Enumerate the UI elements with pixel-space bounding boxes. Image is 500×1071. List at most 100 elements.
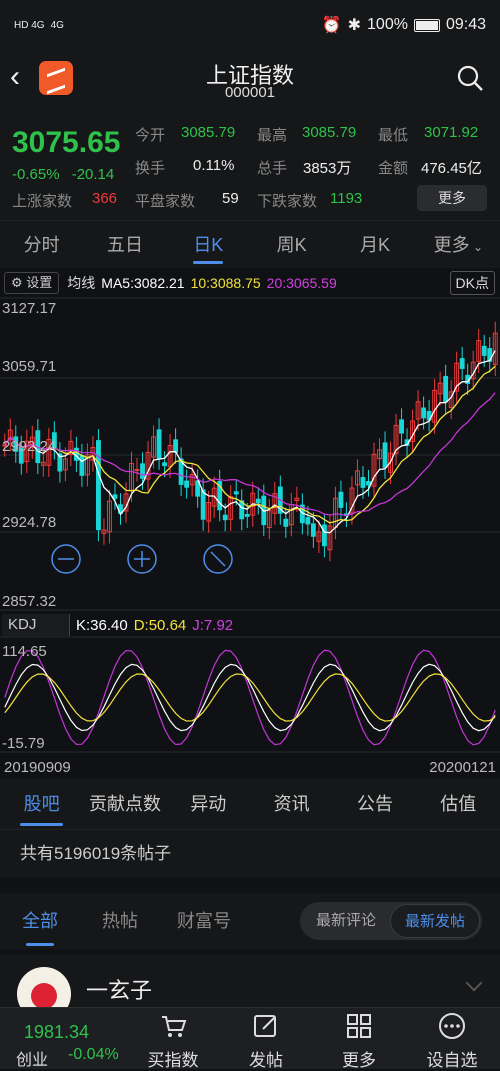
sort-switch: 最新评论 最新发帖 — [300, 902, 482, 940]
tab-valuation[interactable]: 估值 — [417, 779, 500, 829]
stock-code: 000001 — [224, 84, 276, 101]
candle-body — [200, 489, 206, 520]
ma10-value: 10:3088.75 — [190, 275, 261, 291]
candle-body — [283, 518, 289, 527]
index-ticker[interactable]: 1981.34 创业 -0.04% — [0, 1008, 128, 1070]
low-label: 最低 — [378, 127, 409, 144]
ma10-line — [4, 365, 496, 524]
zoom-controls — [51, 544, 233, 574]
tab-daily-k[interactable]: 日K — [167, 221, 250, 268]
ma20-value: 20:3065.59 — [266, 275, 337, 291]
candle-body — [184, 480, 190, 488]
more-nav-label: 更多 — [342, 1051, 376, 1070]
up-label: 上涨家数 — [12, 193, 73, 210]
change-percent: -0.65% — [12, 166, 60, 183]
open-value: 3085.79 — [181, 124, 236, 141]
high-value: 3085.79 — [302, 124, 357, 141]
candle-body — [305, 517, 311, 525]
volume-label: 总手 — [257, 160, 288, 177]
kdj-j-value: J:7.92 — [192, 616, 234, 634]
price-change: -0.65% -20.14 — [12, 166, 114, 183]
ma5-value: MA5:3082.21 — [101, 275, 185, 291]
posts-count: 共有5196019条帖子 — [0, 829, 500, 877]
bottom-nav: 1981.34 创业 -0.04% 买指数 发帖 更多 设自选 — [0, 1007, 500, 1070]
kdj-axis-max: 114.65 — [2, 643, 47, 660]
kdj-toolbar: KDJ K:36.40 D:50.64 J:7.92 — [0, 613, 500, 637]
date-start: 20190909 — [4, 759, 71, 776]
chevron-down-icon[interactable] — [465, 974, 483, 992]
tab-monthly-k[interactable]: 月K — [333, 221, 416, 268]
k-line-chart[interactable] — [0, 295, 500, 775]
list-item[interactable]: 一玄子 — [0, 955, 500, 1021]
clock: 09:43 — [445, 16, 486, 33]
battery-icon — [413, 18, 440, 32]
tab-announcements[interactable]: 公告 — [333, 779, 416, 829]
more-quote-button[interactable]: 更多 — [417, 185, 487, 211]
candle-body — [156, 429, 162, 459]
signal-icon-2: 4G — [50, 19, 64, 31]
buy-index-button[interactable]: 买指数 — [133, 1008, 213, 1070]
kdj-indicator-tag[interactable]: KDJ — [2, 614, 70, 636]
post-button[interactable]: 发帖 — [226, 1008, 306, 1070]
post-username[interactable]: 一玄子 — [86, 973, 152, 1005]
candle-body — [421, 407, 427, 419]
feed-tab-all[interactable]: 全部 — [22, 893, 58, 949]
open-label: 今开 — [135, 127, 166, 144]
info-tabs: 股吧 贡献点数 异动 资讯 公告 估值 — [0, 779, 500, 829]
kdj-d-value: D:50.64 — [133, 616, 187, 634]
more-dots-icon — [439, 1013, 465, 1039]
tab-intraday[interactable]: 分时 — [0, 221, 83, 268]
more-nav-button[interactable]: 更多 — [319, 1008, 399, 1070]
up-value: 366 — [92, 190, 118, 207]
tab-more-label: 更多 — [433, 235, 470, 255]
price-axis-min: 2857.32 — [2, 593, 57, 610]
signal-indicators: HD 4G 4G — [14, 20, 64, 31]
flat-value: 59 — [222, 190, 239, 207]
edit-icon — [254, 1015, 276, 1037]
date-end: 20200121 — [429, 759, 496, 776]
feed-tab-fortune[interactable]: 财富号 — [177, 893, 231, 949]
chart-settings-label: 设置 — [26, 275, 53, 290]
chart-toolbar: ⚙ 设置 均线 MA5:3082.21 10:3088.75 20:3065.5… — [0, 271, 500, 295]
tab-more[interactable]: 更多 ⌄ — [417, 221, 500, 268]
kdj-axis-min: -15.79 — [2, 735, 45, 752]
chart-settings-button[interactable]: ⚙ 设置 — [4, 272, 60, 294]
kdj-k-line — [4, 663, 496, 732]
kdj-lines — [4, 649, 496, 746]
tab-movement[interactable]: 异动 — [167, 779, 250, 829]
candle-body — [443, 375, 449, 403]
feed-tab-hot[interactable]: 热帖 — [102, 893, 138, 949]
kdj-j-line — [4, 649, 496, 746]
candle-body — [140, 463, 145, 479]
tab-guba[interactable]: 股吧 — [0, 779, 83, 829]
period-tabs: 分时 五日 日K 周K 月K 更多 ⌄ — [0, 220, 500, 268]
candle-body — [112, 494, 118, 499]
ma-label: 均线 — [67, 275, 96, 291]
tab-weekly-k[interactable]: 周K — [250, 221, 333, 268]
kdj-k-value: K:36.40 — [76, 616, 128, 634]
amount-label: 金额 — [378, 160, 409, 177]
candle-body — [310, 523, 316, 537]
sort-latest-comment[interactable]: 最新评论 — [302, 904, 390, 938]
grid-icon — [347, 1014, 371, 1038]
dk-point-button[interactable]: DK点 — [449, 271, 495, 295]
candle-body — [338, 491, 344, 508]
tab-contribution[interactable]: 贡献点数 — [83, 779, 166, 829]
candle-body — [481, 345, 487, 356]
tab-five-day[interactable]: 五日 — [83, 221, 166, 268]
quote-panel: 3075.65 -0.65% -20.14 今开 3085.79 最高 3085… — [0, 108, 500, 220]
index-value: 1981.34 — [24, 1022, 90, 1042]
alarm-icon: ⏰ — [321, 17, 342, 34]
change-amount: -20.14 — [71, 166, 115, 183]
candle-body — [244, 513, 250, 517]
search-icon[interactable] — [456, 64, 484, 92]
gear-icon: ⚙ — [11, 275, 23, 290]
add-watchlist-button[interactable]: 设自选 — [412, 1008, 492, 1070]
signal-icon: HD 4G — [14, 19, 45, 31]
sort-latest-post[interactable]: 最新发帖 — [390, 904, 480, 938]
tab-news[interactable]: 资讯 — [250, 779, 333, 829]
low-value: 3071.92 — [424, 124, 479, 141]
amount-value: 476.45亿 — [421, 160, 482, 177]
status-bar: HD 4G 4G ⏰ ✱ 100% 09:43 — [0, 0, 500, 50]
candle-body — [134, 468, 140, 471]
